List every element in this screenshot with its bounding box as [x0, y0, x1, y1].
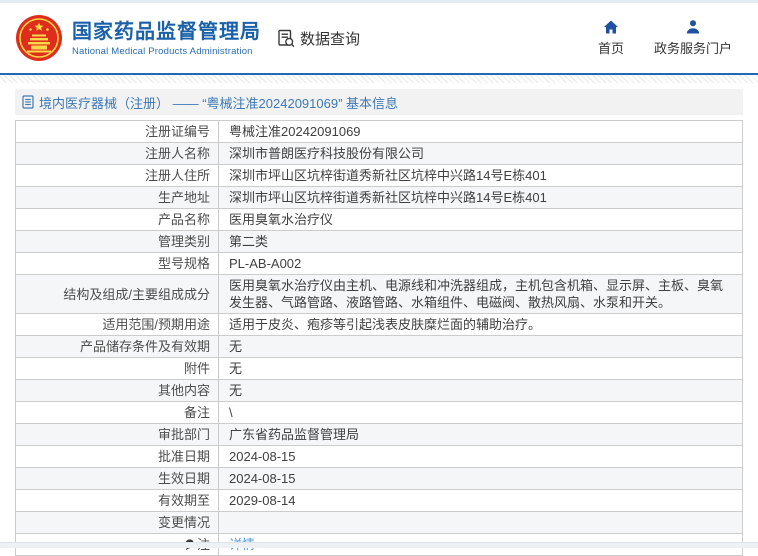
table-row: 注册人住所 深圳市坪山区坑梓街道秀新社区坑梓中兴路14号E栋401 [16, 165, 742, 187]
row-value: 医用臭氧水治疗仪 [229, 212, 334, 227]
row-value: 第二类 [229, 234, 269, 249]
breadcrumb: 境内医疗器械（注册） —— “粤械注准20242091069” 基本信息 [15, 89, 743, 115]
nav-item-portal[interactable]: 政务服务门户 [654, 19, 732, 57]
table-row: 型号规格 PL-AB-A002 [16, 253, 742, 275]
table-row: 注册人名称 深圳市普朗医疗科技股份有限公司 [16, 143, 742, 165]
row-label: 适用范围/预期用途 [16, 314, 219, 335]
header-nav: 首页 政务服务门户 [598, 19, 732, 57]
document-icon [22, 95, 34, 109]
row-label: 附件 [16, 358, 219, 379]
nav-item-home[interactable]: 首页 [598, 19, 624, 57]
row-value: 2029-08-14 [229, 493, 296, 508]
row-label: 审批部门 [16, 424, 219, 445]
table-row: 生产地址 深圳市坪山区坑梓街道秀新社区坑梓中兴路14号E栋401 [16, 187, 742, 209]
table-row: 产品名称 医用臭氧水治疗仪 [16, 209, 742, 231]
table-row: 其他内容 无 [16, 380, 742, 402]
org-titles: 国家药品监督管理局 National Medical Products Admi… [72, 20, 261, 57]
row-value: 深圳市坪山区坑梓街道秀新社区坑梓中兴路14号E栋401 [229, 168, 547, 183]
row-value: 医用臭氧水治疗仪由主机、电源线和冲洗器组成，主机包含机箱、显示屏、主板、臭氧发生… [229, 278, 724, 310]
table-row: 适用范围/预期用途 适用于皮炎、疱疹等引起浅表皮肤糜烂面的辅助治疗。 [16, 314, 742, 336]
row-value: 无 [229, 361, 243, 376]
table-row: 注册证编号 粤械注准20242091069 [16, 121, 742, 143]
row-value: 无 [229, 339, 243, 354]
decor-hatch-strip [0, 75, 758, 83]
table-row: 管理类别 第二类 [16, 231, 742, 253]
row-label: 产品名称 [16, 209, 219, 230]
row-label: 备注 [16, 402, 219, 423]
table-row: 产品储存条件及有效期 无 [16, 336, 742, 358]
org-name-en: National Medical Products Administration [72, 45, 253, 57]
row-value: 适用于皮炎、疱疹等引起浅表皮肤糜烂面的辅助治疗。 [229, 317, 542, 332]
row-value [219, 512, 742, 533]
row-label: 变更情况 [16, 512, 219, 533]
table-row: 附件 无 [16, 358, 742, 380]
row-label: 生效日期 [16, 468, 219, 489]
row-label: 注册人住所 [16, 165, 219, 186]
national-emblem-icon [16, 15, 62, 61]
nmpa-logo[interactable]: 国家药品监督管理局 National Medical Products Admi… [15, 14, 261, 62]
table-row: 结构及组成/主要组成成分 医用臭氧水治疗仪由主机、电源线和冲洗器组成，主机包含机… [16, 275, 742, 314]
nav-home-label: 首页 [597, 41, 624, 56]
row-label: 注册证编号 [16, 121, 219, 142]
table-row: 有效期至 2029-08-14 [16, 490, 742, 512]
data-query-button[interactable]: 数据查询 [277, 28, 360, 49]
org-name: 国家药品监督管理局 [72, 20, 261, 43]
row-value: 广东省药品监督管理局 [229, 427, 360, 442]
site-header: 国家药品监督管理局 National Medical Products Admi… [0, 3, 758, 73]
row-value: \ [229, 405, 233, 420]
table-row: 批准日期 2024-08-15 [16, 446, 742, 468]
home-icon [603, 20, 618, 34]
row-label: 产品储存条件及有效期 [16, 336, 219, 357]
row-label: 型号规格 [16, 253, 219, 274]
row-label: 批准日期 [16, 446, 219, 467]
user-icon [686, 20, 700, 34]
row-value: 粤械注准20242091069 [229, 124, 361, 139]
table-row: 审批部门 广东省药品监督管理局 [16, 424, 742, 446]
table-row: 备注 \ [16, 402, 742, 424]
row-label: 结构及组成/主要组成成分 [16, 275, 219, 313]
table-row: 变更情况 [16, 512, 742, 534]
page-title: 境内医疗器械（注册） —— “粤械注准20242091069” 基本信息 [39, 95, 399, 111]
row-value: 2024-08-15 [229, 471, 296, 486]
row-label: 注册人名称 [16, 143, 219, 164]
row-value: 深圳市普朗医疗科技股份有限公司 [229, 146, 425, 161]
row-label: 管理类别 [16, 231, 219, 252]
data-query-label: 数据查询 [300, 30, 361, 48]
row-label: 其他内容 [16, 380, 219, 401]
nav-portal-label: 政务服务门户 [653, 41, 732, 56]
row-value: 深圳市坪山区坑梓街道秀新社区坑梓中兴路14号E栋401 [229, 190, 547, 205]
row-value: 无 [229, 383, 243, 398]
table-row: 生效日期 2024-08-15 [16, 468, 742, 490]
row-label: 有效期至 [16, 490, 219, 511]
info-table: 注册证编号 粤械注准20242091069 注册人名称 深圳市普朗医疗科技股份有… [15, 120, 743, 556]
row-label: 生产地址 [16, 187, 219, 208]
row-value: 2024-08-15 [229, 449, 296, 464]
data-search-icon [278, 29, 295, 47]
row-value: PL-AB-A002 [229, 256, 302, 271]
footer-strip [0, 542, 758, 548]
